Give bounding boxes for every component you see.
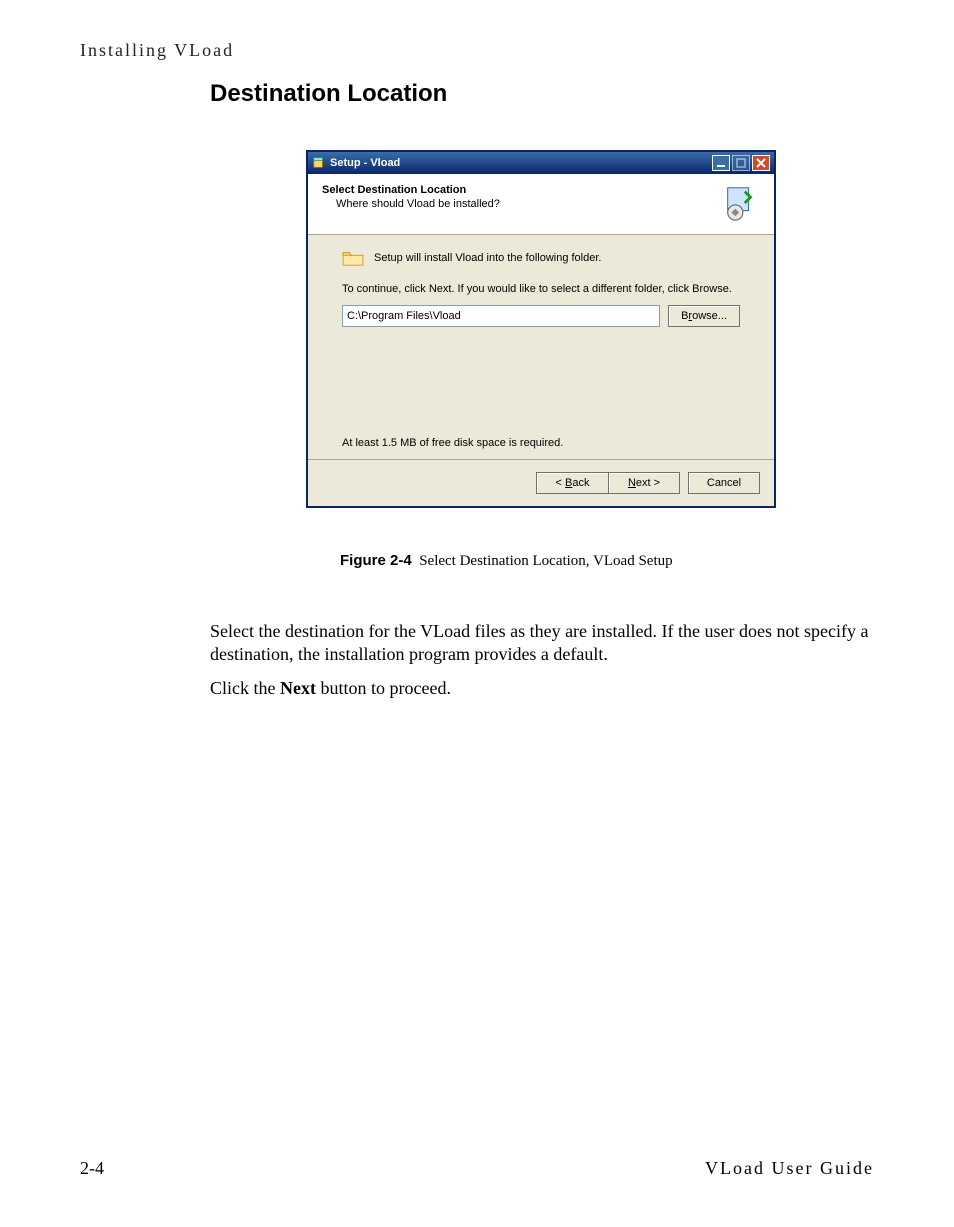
install-line: Setup will install Vload into the follow… (374, 252, 601, 264)
titlebar[interactable]: Setup - Vload (308, 152, 774, 174)
back-button[interactable]: < Back (536, 472, 608, 494)
back-pre: < (556, 477, 565, 489)
dialog-body: Setup will install Vload into the follow… (308, 235, 774, 459)
close-button[interactable] (752, 155, 770, 171)
body-text: Select the destination for the VLoad fil… (210, 620, 880, 710)
page-number: 2-4 (80, 1158, 104, 1179)
dialog-subtitle: Where should Vload be installed? (322, 198, 722, 210)
dialog-title: Select Destination Location (322, 184, 722, 196)
footer-doc-title: VLoad User Guide (705, 1158, 874, 1179)
next-button[interactable]: Next > (608, 472, 680, 494)
browse-button[interactable]: Browse... (668, 305, 740, 327)
dialog-header: Select Destination Location Where should… (308, 174, 774, 235)
figure-label: Figure 2-4 (340, 552, 412, 569)
paragraph-1: Select the destination for the VLoad fil… (210, 620, 880, 667)
section-heading: Destination Location (210, 80, 447, 108)
next-mnemonic: N (628, 477, 636, 489)
maximize-button[interactable] (732, 155, 750, 171)
dialog-footer: < Back Next > Cancel (308, 459, 774, 506)
setup-icon (312, 156, 326, 170)
browse-post: owse... (692, 310, 727, 322)
running-header: Installing VLoad (80, 40, 234, 61)
figure-caption: Figure 2-4 Select Destination Location, … (340, 552, 673, 570)
p2-post: button to proceed. (316, 678, 451, 698)
folder-icon (342, 249, 364, 267)
paragraph-2: Click the Next button to proceed. (210, 677, 880, 700)
window-title: Setup - Vload (330, 157, 712, 169)
cancel-button[interactable]: Cancel (688, 472, 760, 494)
installer-icon (722, 184, 760, 222)
setup-dialog: Setup - Vload Select Destination Locatio… (306, 150, 776, 508)
window-controls (712, 155, 770, 171)
p2-pre: Click the (210, 678, 280, 698)
figure-text: Select Destination Location, VLoad Setup (419, 553, 672, 569)
destination-path-input[interactable] (342, 305, 660, 327)
continue-line: To continue, click Next. If you would li… (342, 283, 740, 295)
next-post: ext > (636, 477, 660, 489)
minimize-button[interactable] (712, 155, 730, 171)
back-post: ack (572, 477, 589, 489)
p2-bold: Next (280, 678, 316, 698)
disk-space-note: At least 1.5 MB of free disk space is re… (342, 437, 740, 449)
